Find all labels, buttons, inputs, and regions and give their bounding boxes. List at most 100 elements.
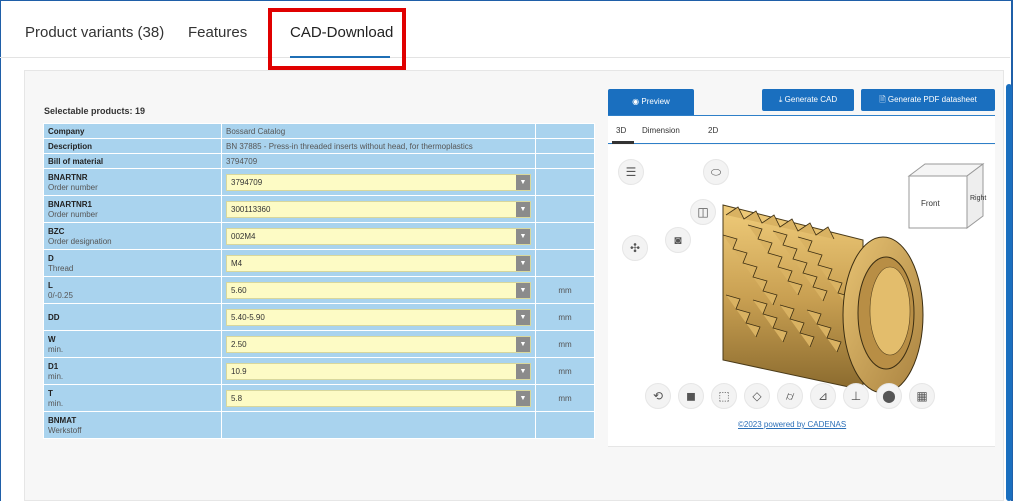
cylinder-icon[interactable]: ⬭ xyxy=(703,159,729,185)
property-name: T xyxy=(48,388,53,398)
value-text: M4 xyxy=(231,258,243,268)
fit-view-icon[interactable]: ⬚ xyxy=(711,383,737,409)
property-name: DD xyxy=(48,312,60,322)
value-text: 10.9 xyxy=(231,366,247,376)
chevron-down-icon[interactable]: ▼ xyxy=(516,390,530,406)
property-name: Bill of material xyxy=(48,156,104,166)
explode-icon[interactable]: ✣ xyxy=(622,235,648,261)
property-name-cell: Tmin. xyxy=(43,384,222,412)
properties-table: Company Bossard Catalog Description BN 3788… xyxy=(43,123,595,439)
property-value-cell: 10.9 ▼ xyxy=(221,357,536,385)
value-select[interactable]: 2.50 ▼ xyxy=(226,335,531,353)
property-subtitle: Thread xyxy=(48,263,74,273)
property-name: BNARTNR xyxy=(48,172,88,182)
table-row: DD 5.40-5.90 ▼ mm xyxy=(43,303,595,331)
tab-bar: Product variants (38) Features CAD-Downl… xyxy=(0,0,1010,58)
chevron-down-icon[interactable]: ▼ xyxy=(516,282,530,298)
property-name: L xyxy=(48,280,53,290)
chevron-down-icon[interactable]: ▼ xyxy=(516,255,530,271)
property-name-cell: D1 min. xyxy=(43,357,222,385)
value-text: 3794709 xyxy=(226,156,258,166)
unit-cell xyxy=(535,138,595,154)
axes-icon[interactable]: ⊥ xyxy=(843,383,869,409)
table-row: BNARTNR1 Order number 300113360 ▼ xyxy=(43,195,595,223)
box-icon[interactable]: ◫ xyxy=(690,199,716,225)
vertical-scrollbar[interactable] xyxy=(1006,84,1012,501)
subtab-3d[interactable]: 3D xyxy=(616,126,626,135)
property-value-cell: 5.8 ▼ xyxy=(221,384,536,412)
selectable-products-count: Selectable products: 19 xyxy=(44,106,146,116)
property-name-cell: Wmin. xyxy=(43,330,222,358)
property-name-cell: Bill of material xyxy=(43,153,222,169)
value-text: 300113360 xyxy=(231,204,271,214)
unit-cell: mm xyxy=(535,330,595,358)
powered-by-link[interactable]: ©2023 powered by CADENAS xyxy=(738,420,846,429)
property-value-cell: 2.50 ▼ xyxy=(221,330,536,358)
unit-cell xyxy=(535,249,595,277)
measure-icon[interactable]: ⊿ xyxy=(810,383,836,409)
property-name: D xyxy=(48,253,54,263)
unit-cell: mm xyxy=(535,276,595,304)
unit-cell xyxy=(535,168,595,196)
table-row: Company Bossard Catalog xyxy=(43,123,595,139)
value-select[interactable]: M4 ▼ xyxy=(226,254,531,272)
active-subtab-underline xyxy=(612,141,634,144)
tab-preview[interactable]: ◉ Preview xyxy=(608,89,694,115)
value-select[interactable]: 300113360 ▼ xyxy=(226,200,531,218)
chevron-down-icon[interactable]: ▼ xyxy=(516,228,530,244)
property-value-cell: 002M4 ▼ xyxy=(221,222,536,250)
value-text: 5.40-5.90 xyxy=(231,312,265,322)
chevron-down-icon[interactable]: ▼ xyxy=(516,201,530,217)
list-icon[interactable]: ☰ xyxy=(618,159,644,185)
generate-cad-button[interactable]: ⤓ Generate CAD xyxy=(762,89,854,111)
wireframe-box-icon[interactable]: ◇ xyxy=(744,383,770,409)
unit-cell: mm xyxy=(535,384,595,412)
property-name-cell: D Thread xyxy=(43,249,222,277)
chevron-down-icon[interactable]: ▼ xyxy=(516,336,530,352)
unit-cell xyxy=(535,411,595,439)
table-row: BZC Order designation 002M4 ▼ xyxy=(43,222,595,250)
value-select[interactable]: 10.9 ▼ xyxy=(226,362,531,380)
chevron-down-icon[interactable]: ▼ xyxy=(516,363,530,379)
property-value-cell: 5.40-5.90 ▼ xyxy=(221,303,536,331)
generate-pdf-button[interactable]: 🗎 Generate PDF datasheet xyxy=(861,89,995,111)
property-name-cell: BNARTNR Order number xyxy=(43,168,222,196)
eye-icon: ◉ xyxy=(632,97,642,106)
value-select[interactable]: 5.60 ▼ xyxy=(226,281,531,299)
unit-cell xyxy=(535,153,595,169)
chevron-down-icon[interactable]: ▼ xyxy=(516,174,530,190)
3d-viewer[interactable]: ☰ ⬭ ◫ ◙ ✣ Front Right ⟲ ◼ ⬚ ◇ ⌭ ⊿ ⊥ ⬤ ▦ xyxy=(608,145,995,447)
value-text: BN 37885 - Press-in threaded inserts wit… xyxy=(226,141,473,151)
shaded-solid-icon[interactable]: ◼ xyxy=(678,383,704,409)
property-name-cell: BNARTNR1 Order number xyxy=(43,195,222,223)
subtab-2d[interactable]: 2D xyxy=(708,126,718,135)
view-cube[interactable]: Front Right xyxy=(905,160,987,242)
tab-features[interactable]: Features xyxy=(188,24,247,41)
property-name-cell: BZC Order designation xyxy=(43,222,222,250)
value-select[interactable]: 3794709 ▼ xyxy=(226,173,531,191)
tab-product-variants[interactable]: Product variants (38) xyxy=(25,24,164,41)
preview-tab-label: Preview xyxy=(641,97,670,106)
table-row: Bill of material 3794709 xyxy=(43,153,595,169)
chevron-down-icon[interactable]: ▼ xyxy=(516,309,530,325)
table-row: BNARTNR Order number 3794709 ▼ xyxy=(43,168,595,196)
property-value-cell: M4 ▼ xyxy=(221,249,536,277)
property-subtitle: min. xyxy=(48,371,64,381)
vr-goggles-icon[interactable]: ◙ xyxy=(665,227,691,253)
unit-cell: mm xyxy=(535,303,595,331)
value-select[interactable]: 002M4 ▼ xyxy=(226,227,531,245)
value-select[interactable]: 5.40-5.90 ▼ xyxy=(226,308,531,326)
property-subtitle: Order designation xyxy=(48,236,112,246)
property-name: Company xyxy=(48,126,85,136)
cylinder-solid-icon[interactable]: ⬤ xyxy=(876,383,902,409)
subtab-dimension[interactable]: Dimension xyxy=(642,126,680,135)
cylinder-outline-icon[interactable]: ⌭ xyxy=(777,383,803,409)
section-icon[interactable]: ▦ xyxy=(909,383,935,409)
property-name-cell: Description xyxy=(43,138,222,154)
value-select[interactable]: 5.8 ▼ xyxy=(226,389,531,407)
rotate-icon[interactable]: ⟲ xyxy=(645,383,671,409)
value-text: 5.8 xyxy=(231,393,243,403)
value-text: 5.60 xyxy=(231,285,247,295)
table-row: Wmin. 2.50 ▼ mm xyxy=(43,330,595,358)
property-name: D1 xyxy=(48,361,59,371)
